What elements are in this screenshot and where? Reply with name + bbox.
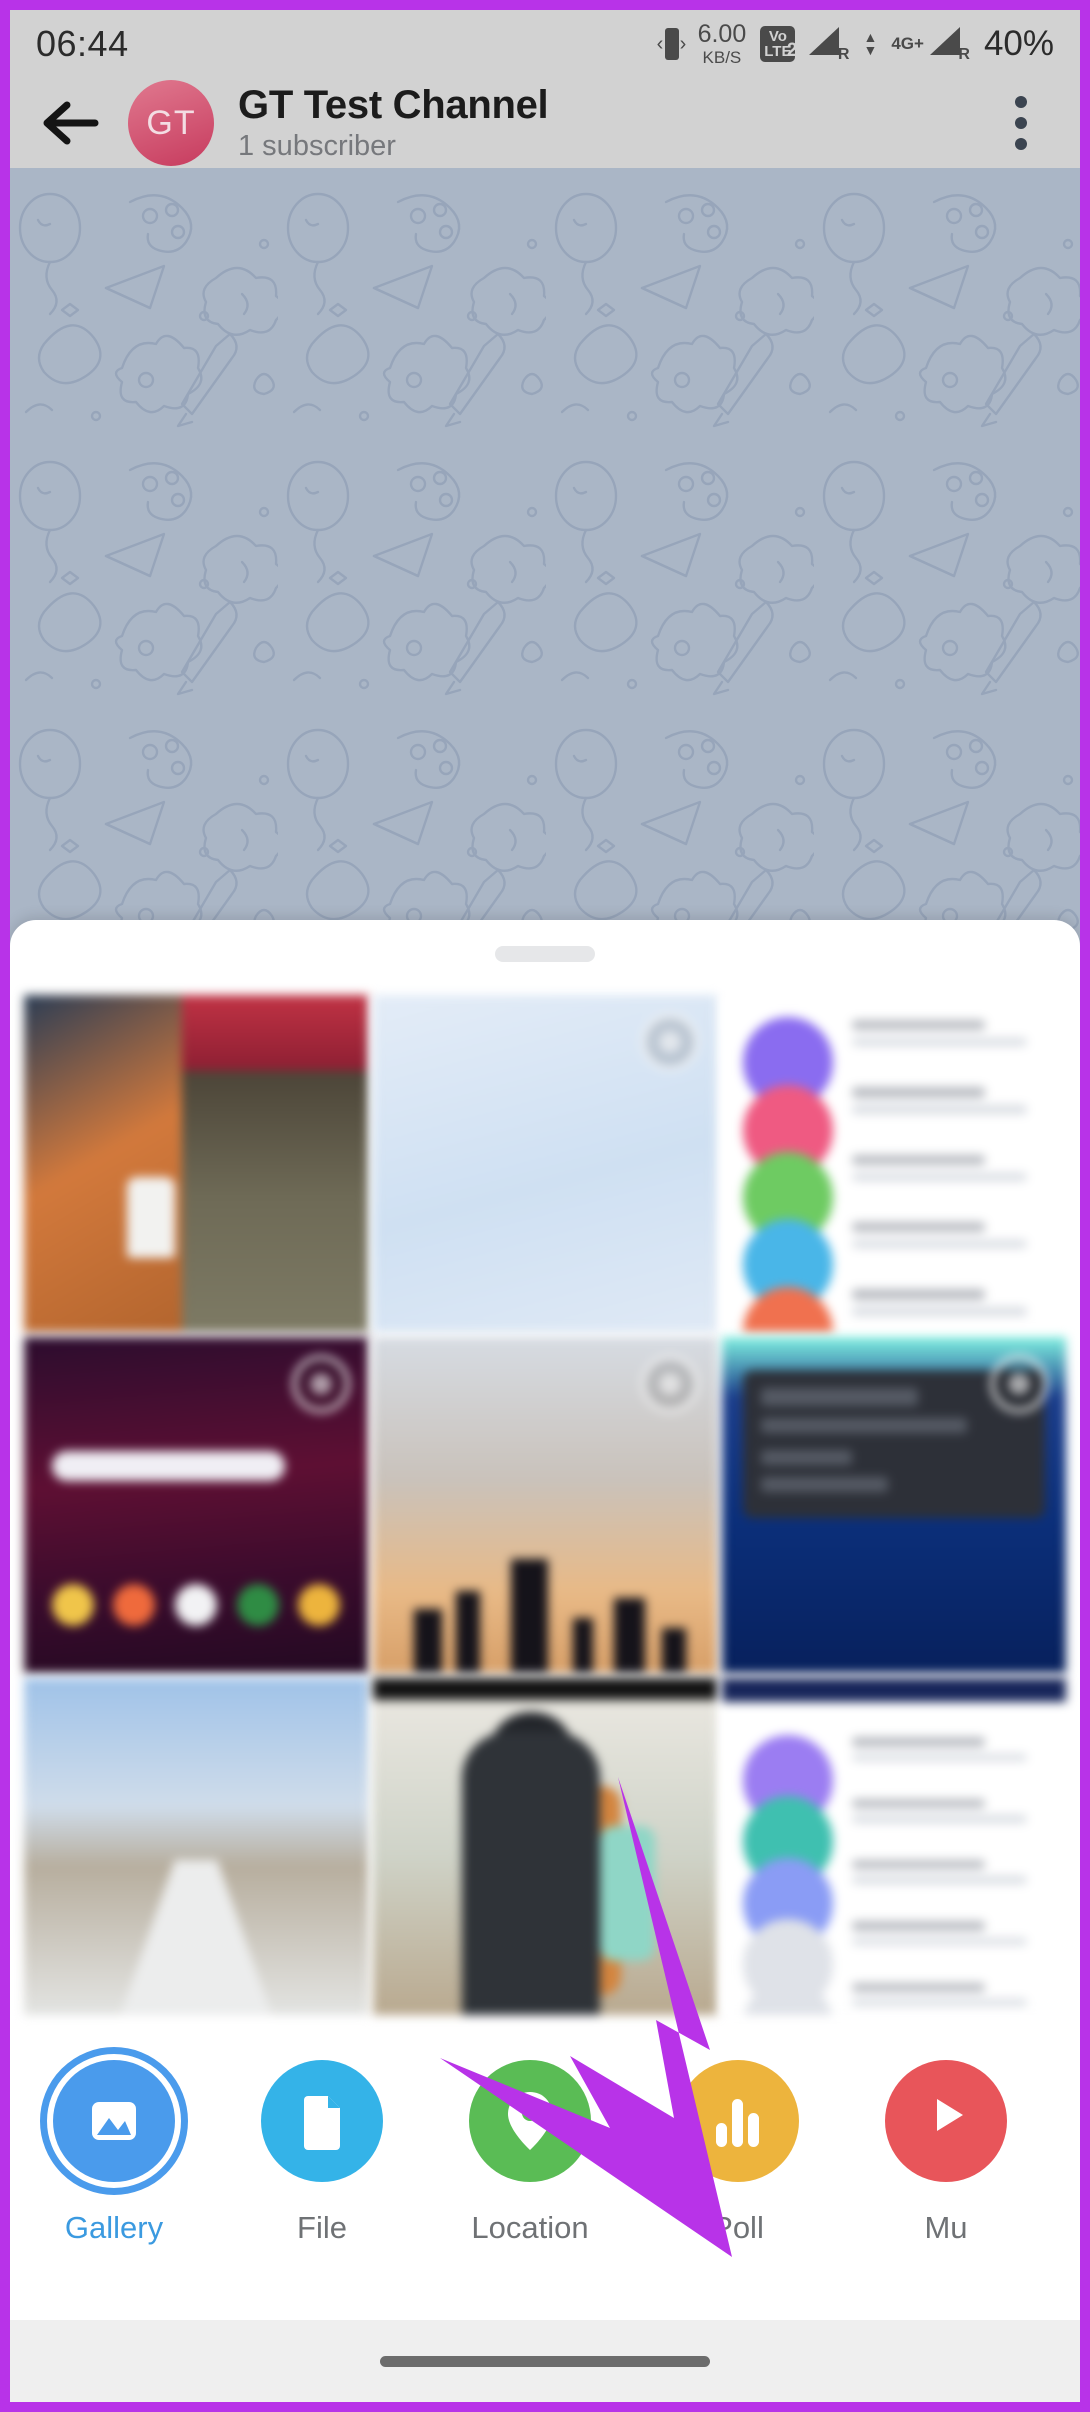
sim2-roaming-label: R bbox=[958, 46, 970, 63]
action-music[interactable]: Mu bbox=[842, 2060, 1050, 2246]
action-label-music: Mu bbox=[924, 2210, 968, 2245]
network-speed-value: 6.00 bbox=[697, 20, 747, 48]
status-clock: 06:44 bbox=[36, 23, 129, 64]
selection-indicator[interactable] bbox=[641, 1354, 699, 1413]
network-type-label: 4G+ bbox=[891, 34, 924, 53]
subscriber-count: 1 subscriber bbox=[238, 130, 396, 162]
attachment-action-bar: Gallery File Location Poll Mu bbox=[10, 2030, 1052, 2320]
sim1-roaming-label: R bbox=[837, 46, 850, 63]
action-location[interactable]: Location bbox=[426, 2060, 634, 2246]
action-label-file: File bbox=[297, 2210, 347, 2245]
photo-purple-ui[interactable] bbox=[24, 1336, 368, 1674]
photo-person[interactable] bbox=[373, 1678, 717, 2015]
selection-indicator[interactable] bbox=[641, 1013, 699, 1071]
network-speed-indicator: 6.00 KB/S bbox=[697, 20, 747, 67]
avatar-initials: GT bbox=[146, 103, 196, 142]
status-bar: 06:44 ‹› 6.00 KB/S Vo LTE 2 R ▲▼ 4G+ R bbox=[10, 10, 1080, 78]
action-label-location: Location bbox=[471, 2210, 589, 2245]
more-vertical-icon[interactable] bbox=[988, 83, 1054, 163]
action-gallery[interactable]: Gallery bbox=[10, 2047, 218, 2246]
gallery-selected-ring bbox=[40, 2047, 188, 2195]
android-nav-bar bbox=[10, 2320, 1080, 2402]
selection-indicator[interactable] bbox=[292, 1354, 350, 1413]
phone-screen: 06:44 ‹› 6.00 KB/S Vo LTE 2 R ▲▼ 4G+ R bbox=[0, 0, 1090, 2412]
home-gesture-pill[interactable] bbox=[380, 2355, 710, 2367]
signal-sim2-icon: R bbox=[929, 27, 970, 63]
status-icons: ‹ › 6.00 KB/S Vo LTE 2 R ▲ ▼ 4G+ R 40% bbox=[657, 20, 1054, 67]
photo-light[interactable] bbox=[373, 995, 717, 1332]
photo-chat2[interactable] bbox=[722, 1678, 1066, 2015]
photo-chatlist[interactable] bbox=[722, 995, 1066, 1332]
volte-sim-number: 2 bbox=[786, 40, 798, 61]
music-icon bbox=[937, 2099, 963, 2131]
chat-title-block[interactable]: GT Test Channel 1 subscriber bbox=[238, 83, 988, 163]
chat-header: GT GT Test Channel 1 subscriber bbox=[10, 78, 1080, 168]
chat-wallpaper bbox=[10, 168, 1080, 968]
battery-percentage: 40% bbox=[983, 24, 1054, 63]
action-label-poll: Poll bbox=[712, 2210, 764, 2245]
selection-indicator[interactable] bbox=[990, 1354, 1048, 1413]
back-button[interactable] bbox=[36, 88, 106, 158]
photo-dark-ui[interactable] bbox=[722, 1336, 1066, 1674]
signal-sim1-icon: R bbox=[809, 27, 850, 63]
volte-top-label: Vo bbox=[768, 28, 787, 45]
drag-handle[interactable] bbox=[495, 946, 595, 962]
back-arrow-icon bbox=[43, 101, 99, 145]
bar-chart-icon bbox=[716, 2099, 759, 2147]
action-label-gallery: Gallery bbox=[64, 2210, 164, 2245]
action-file[interactable]: File bbox=[218, 2060, 426, 2246]
avatar[interactable]: GT bbox=[128, 80, 214, 166]
pin-icon bbox=[508, 2092, 552, 2150]
data-transfer-icon: ▲ ▼ bbox=[863, 28, 878, 58]
photo-chair[interactable] bbox=[24, 995, 368, 1332]
volte-icon: Vo LTE 2 bbox=[760, 26, 798, 62]
photo-grid bbox=[24, 995, 1066, 2015]
attachment-sheet: Gallery File Location Poll Mu bbox=[10, 920, 1080, 2320]
vibrate-icon: ‹ › bbox=[657, 26, 686, 62]
action-poll[interactable]: Poll bbox=[634, 2060, 842, 2246]
network-speed-unit: KB/S bbox=[702, 48, 742, 67]
page-title: GT Test Channel bbox=[238, 83, 549, 127]
document-icon bbox=[304, 2096, 340, 2150]
photo-road[interactable] bbox=[24, 1678, 368, 2015]
photo-skyline[interactable] bbox=[373, 1336, 717, 1674]
doodle-pattern bbox=[10, 168, 1080, 968]
